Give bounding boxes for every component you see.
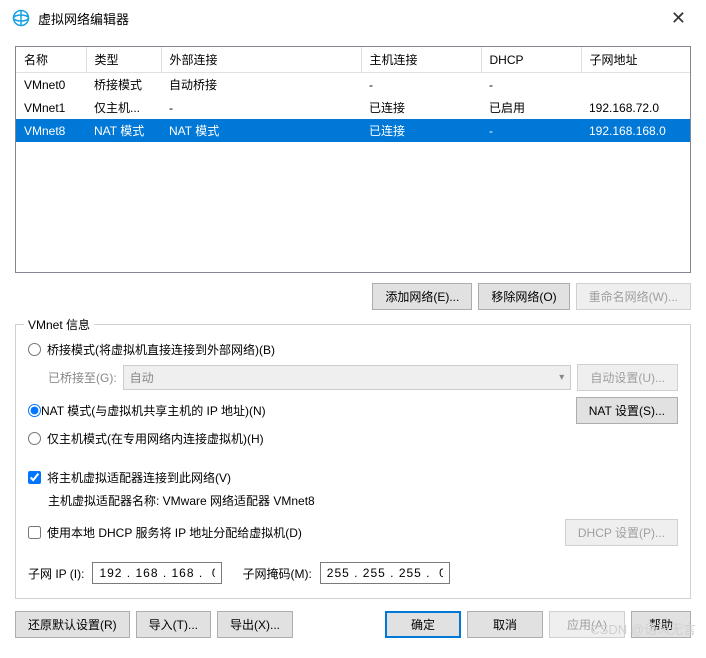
- col-name[interactable]: 名称: [16, 47, 86, 73]
- bridge-radio[interactable]: [28, 343, 41, 356]
- restore-defaults-button[interactable]: 还原默认设置(R): [15, 611, 130, 638]
- import-button[interactable]: 导入(T)...: [136, 611, 211, 638]
- subnet-mask-label: 子网掩码(M):: [242, 565, 311, 582]
- titlebar: 虚拟网络编辑器 ✕: [0, 0, 706, 36]
- nat-settings-button[interactable]: NAT 设置(S)...: [576, 397, 678, 424]
- ok-button[interactable]: 确定: [385, 611, 461, 638]
- hostonly-radio-label: 仅主机模式(在专用网络内连接虚拟机)(H): [47, 430, 264, 447]
- apply-button: 应用(A): [549, 611, 625, 638]
- subnet-ip-input[interactable]: [92, 562, 222, 584]
- table-header-row: 名称 类型 外部连接 主机连接 DHCP 子网地址: [16, 47, 690, 73]
- dhcp-settings-button: DHCP 设置(P)...: [565, 519, 678, 546]
- col-type[interactable]: 类型: [86, 47, 161, 73]
- remove-network-button[interactable]: 移除网络(O): [478, 283, 569, 310]
- table-row[interactable]: VMnet0 桥接模式 自动桥接 - -: [16, 73, 690, 97]
- bridged-to-label: 已桥接至(G):: [48, 369, 117, 386]
- bridged-to-select: 自动 ▾: [123, 365, 572, 390]
- subnet-ip-label: 子网 IP (I):: [28, 565, 84, 582]
- close-button[interactable]: ✕: [663, 8, 694, 29]
- help-button[interactable]: 帮助: [631, 611, 691, 638]
- dhcp-checkbox[interactable]: [28, 526, 41, 539]
- col-subnet[interactable]: 子网地址: [581, 47, 690, 73]
- hostonly-radio[interactable]: [28, 432, 41, 445]
- export-button[interactable]: 导出(X)...: [217, 611, 293, 638]
- add-network-button[interactable]: 添加网络(E)...: [372, 283, 472, 310]
- auto-settings-button: 自动设置(U)...: [577, 364, 678, 391]
- rename-network-button: 重命名网络(W)...: [576, 283, 691, 310]
- cancel-button[interactable]: 取消: [467, 611, 543, 638]
- col-external[interactable]: 外部连接: [161, 47, 361, 73]
- table-row[interactable]: VMnet1 仅主机... - 已连接 已启用 192.168.72.0: [16, 96, 690, 119]
- connect-host-checkbox[interactable]: [28, 471, 41, 484]
- app-icon: [12, 9, 30, 27]
- window-title: 虚拟网络编辑器: [38, 9, 663, 28]
- subnet-mask-input[interactable]: [320, 562, 450, 584]
- nat-radio[interactable]: [28, 404, 41, 417]
- vmnet-info-legend: VMnet 信息: [24, 316, 94, 333]
- chevron-down-icon: ▾: [559, 372, 564, 383]
- vmnet-info-group: VMnet 信息 桥接模式(将虚拟机直接连接到外部网络)(B) 已桥接至(G):…: [15, 324, 691, 599]
- nat-radio-label: NAT 模式(与虚拟机共享主机的 IP 地址)(N): [41, 402, 266, 419]
- col-host[interactable]: 主机连接: [361, 47, 481, 73]
- table-row-selected[interactable]: VMnet8 NAT 模式 NAT 模式 已连接 - 192.168.168.0: [16, 119, 690, 142]
- connect-host-label: 将主机虚拟适配器连接到此网络(V): [47, 469, 231, 486]
- dhcp-label: 使用本地 DHCP 服务将 IP 地址分配给虚拟机(D): [47, 524, 302, 541]
- adapter-name-label: 主机虚拟适配器名称: VMware 网络适配器 VMnet8: [48, 492, 678, 509]
- col-dhcp[interactable]: DHCP: [481, 47, 581, 73]
- bridge-radio-label: 桥接模式(将虚拟机直接连接到外部网络)(B): [47, 341, 275, 358]
- network-table: 名称 类型 外部连接 主机连接 DHCP 子网地址 VMnet0 桥接模式 自动…: [15, 46, 691, 273]
